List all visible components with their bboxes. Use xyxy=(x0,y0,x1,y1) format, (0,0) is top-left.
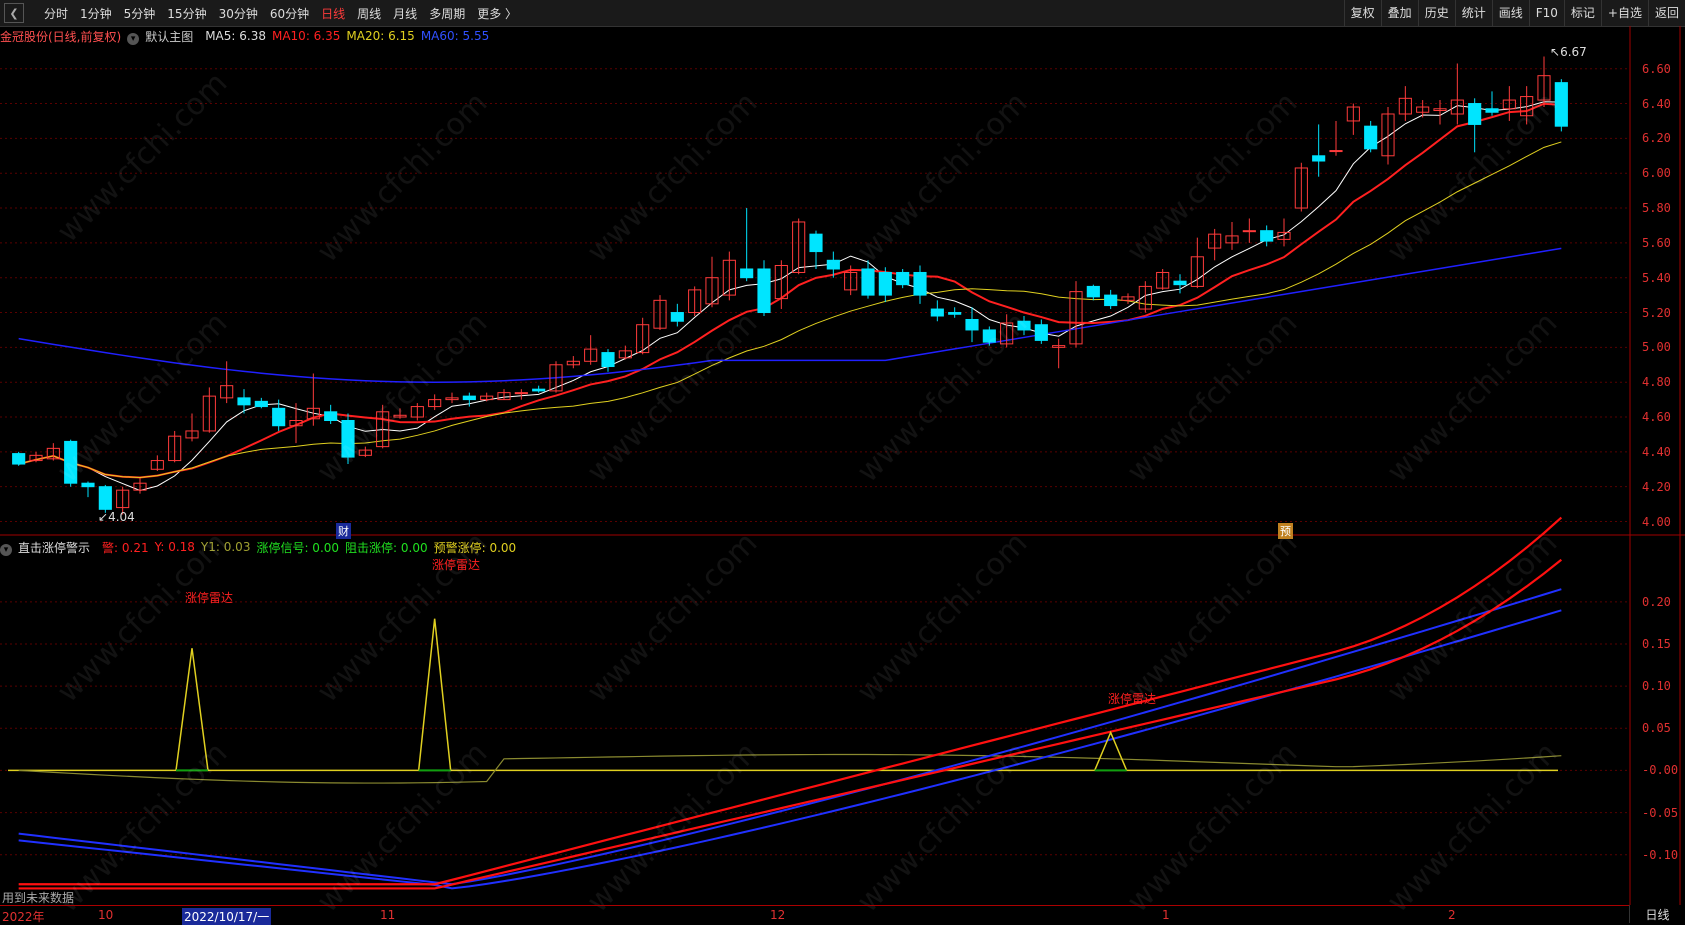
blue-line-2 xyxy=(18,609,1562,890)
indicator-tick-3: 0.05 xyxy=(1642,721,1671,736)
candle-body xyxy=(1312,155,1326,162)
candle-body xyxy=(1260,230,1274,242)
candle-body xyxy=(272,407,286,427)
date-label-jan: 1 xyxy=(1162,908,1170,922)
price-tick-0: 6.60 xyxy=(1642,61,1671,76)
ma5-line xyxy=(18,101,1562,492)
finance-marker[interactable]: 财 xyxy=(336,523,351,539)
low-price-value: 4.04 xyxy=(108,510,135,524)
indicator-tick-5: -0.05 xyxy=(1642,805,1679,820)
candle-body xyxy=(601,352,615,368)
candle-body xyxy=(740,268,754,279)
blue-line-1 xyxy=(18,588,1562,886)
candle-body xyxy=(896,271,910,286)
indicator-tick-1: 0.15 xyxy=(1642,637,1671,651)
date-cursor-label: 2022/10/17/一 xyxy=(182,908,272,925)
candle-body xyxy=(965,318,979,331)
candle-body xyxy=(948,312,962,315)
indicator-tick-0: 0.20 xyxy=(1642,594,1671,609)
price-tick-1: 6.40 xyxy=(1642,96,1671,111)
candle-body xyxy=(514,392,528,395)
period-indicator[interactable]: 日线 xyxy=(1629,905,1685,923)
candle-body xyxy=(462,395,476,401)
date-label-dec: 12 xyxy=(770,908,786,922)
radar-spike xyxy=(1093,730,1128,771)
price-tick-11: 4.40 xyxy=(1642,444,1671,459)
candle-body xyxy=(1242,230,1256,233)
ma10-line xyxy=(18,102,1562,479)
radar-label-3: 涨停雷达 xyxy=(1108,692,1157,706)
candle-body xyxy=(12,453,26,465)
price-tick-7: 5.20 xyxy=(1642,305,1671,320)
candle-body xyxy=(1086,285,1100,298)
price-tick-12: 4.20 xyxy=(1642,479,1671,494)
date-label-nov: 11 xyxy=(380,908,396,922)
candle-body xyxy=(1104,294,1118,307)
date-axis: 2022年 10 2022/10/17/一 11 12 1 2 xyxy=(0,905,1630,925)
candle-body xyxy=(1173,280,1187,286)
price-tick-3: 6.00 xyxy=(1642,166,1671,181)
radar-label-2: 涨停雷达 xyxy=(432,558,481,572)
candle-body xyxy=(670,312,684,322)
price-tick-2: 6.20 xyxy=(1642,131,1671,146)
ma60-line xyxy=(18,247,1562,383)
low-price-label: ↙4.04 xyxy=(98,510,135,524)
candle-body xyxy=(1034,324,1048,341)
y1-line xyxy=(18,753,1562,784)
jing-line xyxy=(18,516,1563,886)
candle-body xyxy=(81,482,95,488)
candle-body xyxy=(1468,103,1482,125)
price-tick-5: 5.60 xyxy=(1642,235,1671,250)
candle-body xyxy=(913,271,927,296)
indicator-tick-2: 0.10 xyxy=(1642,679,1671,694)
price-tick-4: 5.80 xyxy=(1642,201,1671,216)
candle-body xyxy=(878,271,892,296)
candle-body xyxy=(930,308,944,317)
high-price-value: 6.67 xyxy=(1560,45,1587,59)
price-tick-13: 4.00 xyxy=(1642,514,1671,529)
candle-body xyxy=(1364,125,1378,150)
price-tick-8: 5.00 xyxy=(1642,340,1671,355)
indicator-tick-4: -0.00 xyxy=(1642,763,1679,778)
price-tick-10: 4.60 xyxy=(1642,410,1671,425)
indicator-tick-6: -0.10 xyxy=(1642,847,1679,862)
candle-body xyxy=(324,411,338,422)
candle-body xyxy=(254,400,268,408)
radar-spike xyxy=(417,618,452,771)
ma20-line xyxy=(18,141,1562,479)
price-tick-6: 5.40 xyxy=(1642,270,1671,285)
candle-body xyxy=(757,268,771,314)
date-label-year: 2022年 xyxy=(2,910,45,924)
date-label-oct: 10 xyxy=(98,908,114,922)
candle-body xyxy=(1329,150,1343,153)
candle-body xyxy=(1485,108,1499,113)
forecast-marker[interactable]: 预 xyxy=(1278,523,1293,539)
y-line xyxy=(18,558,1563,890)
high-price-label: ↖6.67 xyxy=(1550,45,1587,59)
candle-body xyxy=(532,388,546,392)
future-data-note: 用到未来数据 xyxy=(2,891,75,905)
radar-label-1: 涨停雷达 xyxy=(185,591,234,605)
candle-body xyxy=(861,268,875,296)
candle-body xyxy=(809,233,823,253)
candle-body xyxy=(826,259,840,270)
date-label-feb: 2 xyxy=(1448,908,1456,922)
candle-body xyxy=(237,397,251,406)
candle-body xyxy=(98,486,112,510)
price-tick-9: 4.80 xyxy=(1642,375,1671,390)
